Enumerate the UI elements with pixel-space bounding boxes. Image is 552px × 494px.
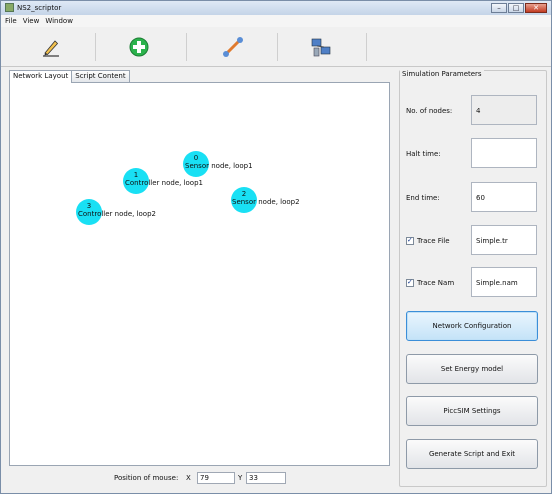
checkbox-checked-icon[interactable] bbox=[406, 236, 414, 245]
menu-view[interactable]: View bbox=[20, 15, 43, 27]
panel-title: Simulation Parameters bbox=[400, 69, 484, 79]
node-id: 1 bbox=[133, 171, 139, 179]
y-label: Y bbox=[238, 474, 243, 482]
halt-time-label: Halt time: bbox=[406, 150, 441, 158]
network-computers-icon bbox=[311, 38, 331, 57]
network-configuration-button[interactable]: Network Configuration bbox=[406, 311, 538, 341]
menu-window[interactable]: Window bbox=[42, 15, 76, 27]
status-bar: Position of mouse: X 79 Y 33 bbox=[9, 469, 390, 487]
piccsim-settings-button[interactable]: PiccSIM Settings bbox=[406, 396, 538, 426]
trace-nam-input[interactable]: Simple.nam bbox=[471, 267, 537, 297]
close-button[interactable]: ✕ bbox=[525, 3, 547, 13]
network-button[interactable] bbox=[306, 35, 336, 59]
node-id: 3 bbox=[86, 202, 92, 210]
simulation-parameters-panel: Simulation Parameters No. of nodes: 4 Ha… bbox=[399, 69, 547, 487]
maximize-icon: □ bbox=[512, 4, 520, 12]
halt-time-input[interactable] bbox=[471, 138, 537, 168]
trace-file-checkbox[interactable]: Trace File bbox=[406, 236, 450, 245]
set-energy-model-button[interactable]: Set Energy model bbox=[406, 354, 538, 384]
toolbar bbox=[1, 27, 551, 67]
node-label: Controller node, loop1 bbox=[125, 179, 203, 187]
trace-nam-checkbox[interactable]: Trace Nam bbox=[406, 278, 455, 287]
close-icon: ✕ bbox=[533, 4, 539, 12]
pencil-icon bbox=[43, 40, 59, 57]
tab-strip: Network Layout Script Content bbox=[9, 70, 130, 83]
window-title: NS2_scriptor bbox=[17, 4, 62, 12]
tab-network-layout[interactable]: Network Layout bbox=[9, 70, 73, 83]
x-label: X bbox=[186, 474, 191, 482]
node-label: Sensor node, loop1 bbox=[185, 162, 253, 170]
connect-button[interactable] bbox=[218, 35, 248, 59]
trace-nam-label: Trace Nam bbox=[417, 279, 455, 287]
minimize-button[interactable]: – bbox=[491, 3, 507, 13]
menu-file[interactable]: File bbox=[1, 15, 20, 27]
link-tool-icon bbox=[223, 37, 243, 57]
mouse-position-label: Position of mouse: bbox=[114, 474, 179, 482]
minimize-icon: – bbox=[497, 4, 501, 12]
end-time-label: End time: bbox=[406, 194, 440, 202]
node-id: 2 bbox=[241, 190, 247, 198]
generate-script-exit-button[interactable]: Generate Script and Exit bbox=[406, 439, 538, 469]
add-green-icon bbox=[129, 37, 149, 57]
add-node-button[interactable] bbox=[124, 35, 154, 59]
trace-file-label: Trace File bbox=[417, 237, 450, 245]
end-time-input[interactable]: 60 bbox=[471, 182, 537, 212]
app-icon bbox=[5, 3, 14, 12]
network-layout-canvas[interactable]: 0 Sensor node, loop1 1 Controller node, … bbox=[9, 82, 390, 466]
edit-button[interactable] bbox=[36, 35, 66, 59]
nodes-count-field: 4 bbox=[471, 95, 537, 125]
menu-bar: File View Window bbox=[1, 15, 551, 27]
nodes-count-label: No. of nodes: bbox=[406, 107, 453, 115]
title-bar: NS2_scriptor – □ ✕ bbox=[1, 1, 551, 15]
maximize-button[interactable]: □ bbox=[508, 3, 524, 13]
node-id: 0 bbox=[193, 154, 199, 162]
tab-script-content[interactable]: Script Content bbox=[71, 70, 130, 82]
mouse-y-field[interactable]: 33 bbox=[246, 472, 286, 484]
checkbox-checked-icon[interactable] bbox=[406, 278, 414, 287]
node-label: Sensor node, loop2 bbox=[232, 198, 300, 206]
mouse-x-field[interactable]: 79 bbox=[197, 472, 235, 484]
main-window: NS2_scriptor – □ ✕ File View Window Netw… bbox=[0, 0, 552, 494]
node-label: Controller node, loop2 bbox=[78, 210, 156, 218]
trace-file-input[interactable]: Simple.tr bbox=[471, 225, 537, 255]
